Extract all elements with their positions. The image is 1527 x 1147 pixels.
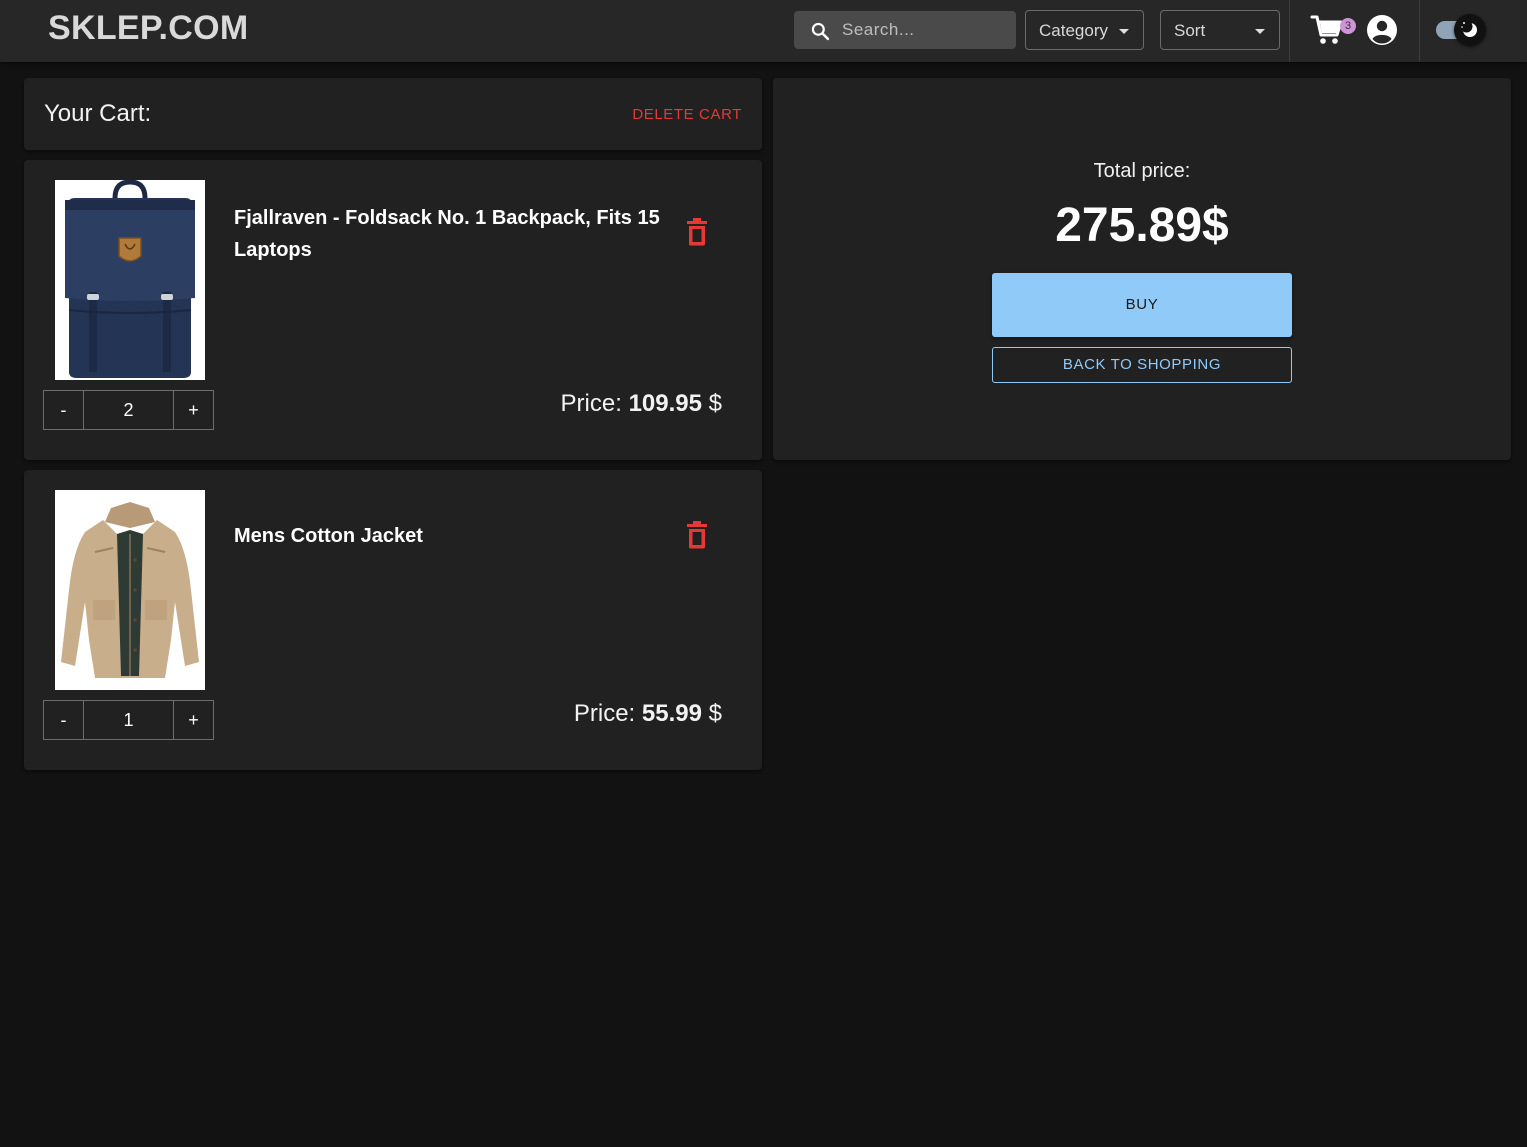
product-image-jacket[interactable] [55, 490, 205, 690]
decrease-quantity-button[interactable]: - [44, 701, 84, 739]
buy-button[interactable]: BUY [992, 273, 1292, 337]
search-box[interactable] [794, 11, 1016, 49]
trash-icon[interactable] [685, 521, 709, 549]
quantity-value: 2 [123, 400, 134, 420]
account-icon[interactable] [1366, 14, 1398, 46]
product-name[interactable]: Mens Cotton Jacket [234, 520, 684, 552]
item-price: Price: 55.99 $ [574, 700, 722, 728]
price-value: 109.95 [628, 390, 702, 417]
price-currency: $ [708, 390, 722, 417]
cart-count-badge: 3 [1340, 18, 1356, 34]
chevron-down-icon [1255, 29, 1265, 34]
total-price-label: Total price: [1093, 160, 1191, 182]
sort-select-label: Sort [1174, 21, 1206, 40]
search-input[interactable] [842, 11, 1008, 49]
decrease-quantity-button[interactable]: - [44, 391, 84, 429]
site-logo[interactable]: SKLEP.COM [48, 9, 248, 48]
category-select[interactable]: Category [1025, 10, 1144, 50]
cart-item: Fjallraven - Foldsack No. 1 Backpack, Fi… [24, 160, 762, 460]
moon-icon [1460, 20, 1477, 37]
theme-toggle[interactable] [1436, 14, 1488, 46]
cart-item: Mens Cotton Jacket - 1 + Price: 55.99 $ [24, 470, 762, 770]
price-currency: $ [708, 700, 722, 727]
quantity-value: 1 [123, 710, 134, 730]
divider [1419, 0, 1420, 62]
order-summary: Total price: 275.89$ BUY BACK TO SHOPPIN… [773, 78, 1511, 460]
trash-icon[interactable] [685, 218, 709, 246]
product-name[interactable]: Fjallraven - Foldsack No. 1 Backpack, Fi… [234, 202, 684, 266]
quantity-stepper: - 2 + [43, 390, 214, 430]
toggle-thumb [1454, 14, 1486, 46]
cart-icon[interactable] [1310, 14, 1344, 46]
increase-quantity-button[interactable]: + [173, 701, 213, 739]
top-app-bar: SKLEP.COM Category Sort 3 [0, 0, 1527, 62]
item-price: Price: 109.95 $ [561, 390, 722, 418]
total-price-value: 275.89$ [1055, 199, 1229, 252]
product-image-backpack[interactable] [55, 179, 205, 380]
increase-quantity-button[interactable]: + [173, 391, 213, 429]
chevron-down-icon [1119, 29, 1129, 34]
cart-header: Your Cart: DELETE CART [24, 78, 762, 150]
search-icon [811, 22, 830, 41]
delete-cart-button[interactable]: DELETE CART [632, 106, 742, 123]
quantity-stepper: - 1 + [43, 700, 214, 740]
category-select-label: Category [1039, 21, 1108, 40]
price-value: 55.99 [641, 700, 702, 727]
cart-title: Your Cart: [44, 100, 152, 127]
price-prefix: Price: [560, 390, 622, 417]
divider [1289, 0, 1290, 62]
back-to-shopping-button[interactable]: BACK TO SHOPPING [992, 347, 1292, 383]
price-prefix: Price: [573, 700, 636, 727]
sort-select[interactable]: Sort [1160, 10, 1280, 50]
